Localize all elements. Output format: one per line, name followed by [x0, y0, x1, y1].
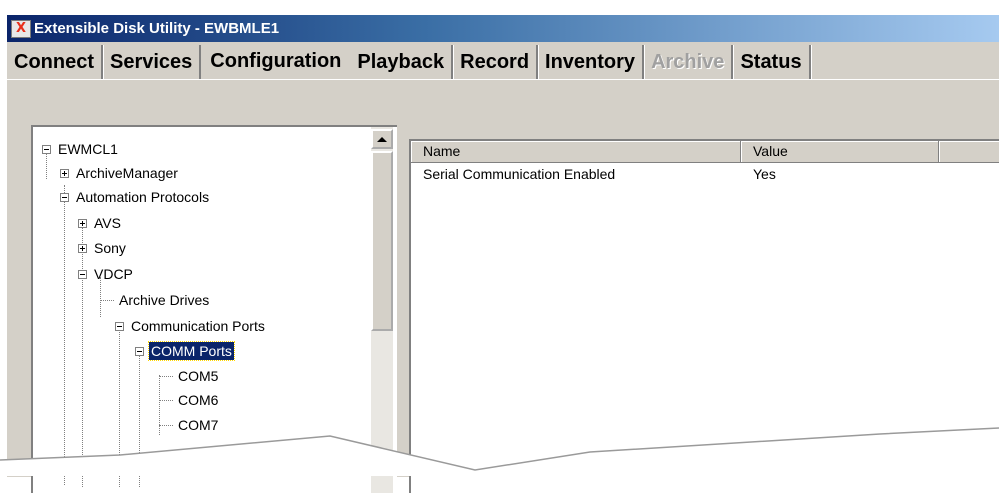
torn-edge-decoration [0, 427, 999, 476]
